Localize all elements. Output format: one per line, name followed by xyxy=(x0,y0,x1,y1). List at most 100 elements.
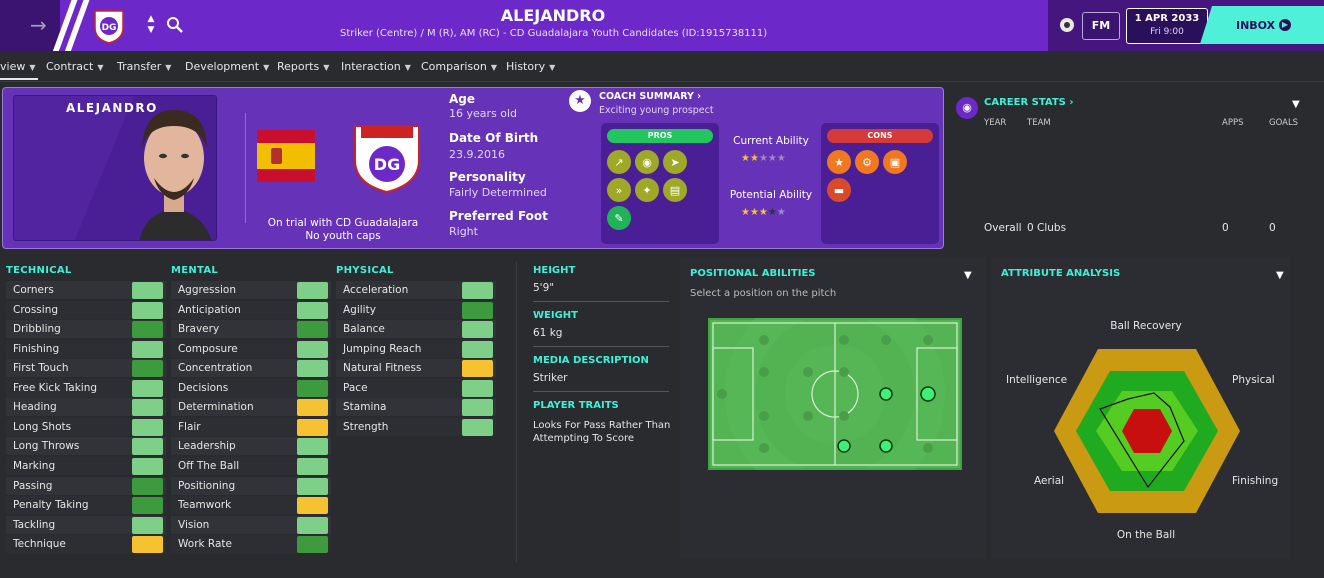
attribute-row[interactable]: Corners xyxy=(6,281,166,299)
attribute-row[interactable]: Pace xyxy=(336,378,496,397)
media-value: Striker xyxy=(533,372,568,384)
attribute-row[interactable]: Concentration xyxy=(171,359,331,378)
attribute-row[interactable]: Finishing xyxy=(6,339,166,358)
attribute-row[interactable]: First Touch xyxy=(6,359,166,378)
attribute-value-box xyxy=(297,418,328,436)
trait-boot-icon[interactable]: ➤ xyxy=(663,150,687,174)
overall-label: Overall xyxy=(984,222,1022,234)
attribute-row[interactable]: Leadership xyxy=(171,437,331,456)
attribute-row[interactable]: Composure xyxy=(171,339,331,358)
trait-tackle-con-icon[interactable]: ⚙ xyxy=(855,150,879,174)
attribute-row[interactable]: Acceleration xyxy=(336,281,496,299)
attribute-name: Free Kick Taking xyxy=(13,381,98,394)
attribute-name: Pace xyxy=(343,381,368,394)
trait-mental-icon[interactable]: ◉ xyxy=(635,150,659,174)
player-subtitle: Striker (Centre) / M (R), AM (RC) - CD G… xyxy=(340,28,768,39)
media-label: MEDIA DESCRIPTION xyxy=(533,355,649,366)
nav-comparison[interactable]: Comparison ▼ xyxy=(421,60,497,73)
attribute-row[interactable]: Positioning xyxy=(171,476,331,495)
attribute-row[interactable]: Natural Fitness xyxy=(336,359,496,378)
attribute-row[interactable]: Agility xyxy=(336,300,496,319)
nav-view[interactable]: view ▼ xyxy=(0,60,36,73)
attribute-name: Flair xyxy=(178,420,201,433)
attribute-name: Balance xyxy=(343,323,385,336)
attribute-row[interactable]: Aggression xyxy=(171,281,331,299)
back-arrow-icon[interactable]: → xyxy=(30,14,50,36)
attribute-row[interactable]: Stamina xyxy=(336,398,496,417)
youth-caps: No youth caps xyxy=(305,230,381,242)
attribute-row[interactable]: Strength xyxy=(336,417,496,436)
weight-label: WEIGHT xyxy=(533,310,578,321)
attribute-row[interactable]: Passing xyxy=(6,476,166,495)
nav-development[interactable]: Development ▼ xyxy=(185,60,269,73)
attribute-value-box xyxy=(132,301,163,319)
attribute-name: Bravery xyxy=(178,323,220,336)
attribute-row[interactable]: Heading xyxy=(6,398,166,417)
cons-pill: CONS xyxy=(827,129,933,143)
attribute-row[interactable]: Crossing xyxy=(6,300,166,319)
football-icon[interactable] xyxy=(1058,16,1076,34)
attribute-row[interactable]: Dribbling xyxy=(6,320,166,339)
trait-strength-con-icon[interactable]: ▬ xyxy=(827,178,851,202)
trait-dribble-icon[interactable]: ↗ xyxy=(607,150,631,174)
attribute-row[interactable]: Decisions xyxy=(171,378,331,397)
nav-contract[interactable]: Contract ▼ xyxy=(46,60,103,73)
coach-summary-link[interactable]: COACH SUMMARY › xyxy=(599,91,701,102)
mental-title: MENTAL xyxy=(171,265,219,276)
coach-summary-star-icon[interactable]: ★ xyxy=(569,90,591,112)
player-portrait: ALEJANDRO xyxy=(13,95,217,241)
search-icon[interactable] xyxy=(166,16,184,34)
trait-target-icon[interactable]: ✦ xyxy=(635,178,659,202)
potential-ability-stars: ★★★★★ xyxy=(741,207,786,218)
positional-collapse-icon[interactable]: ▼ xyxy=(964,270,972,281)
attribute-name: Corners xyxy=(13,284,54,296)
nav-history[interactable]: History ▼ xyxy=(506,60,555,73)
attribute-row[interactable]: Bravery xyxy=(171,320,331,339)
attribute-row[interactable]: Tackling xyxy=(6,515,166,534)
fm-menu-button[interactable]: FM xyxy=(1082,12,1120,40)
current-ability-label: Current Ability xyxy=(733,135,809,147)
attribute-row[interactable]: Vision xyxy=(171,515,331,534)
attribute-name: Agility xyxy=(343,303,376,316)
attribute-row[interactable]: Jumping Reach xyxy=(336,339,496,358)
height-label: HEIGHT xyxy=(533,265,576,276)
pitch[interactable] xyxy=(708,284,962,504)
attribute-value-box xyxy=(132,457,163,475)
attribute-row[interactable]: Long Throws xyxy=(6,437,166,456)
attribute-name: Stamina xyxy=(343,401,387,414)
attribute-value-box xyxy=(297,516,328,534)
attribute-row[interactable]: Technique xyxy=(6,535,166,554)
attribute-row[interactable]: Anticipation xyxy=(171,300,331,319)
career-collapse-icon[interactable]: ▼ xyxy=(1292,99,1300,110)
player-overview-card: ALEJANDRO DG On trial with CD Guadalajar… xyxy=(2,87,944,249)
career-stats-link[interactable]: CAREER STATS › xyxy=(984,97,1073,108)
attribute-row[interactable]: Off The Ball xyxy=(171,456,331,475)
attribute-name: Vision xyxy=(178,518,210,531)
attribute-row[interactable]: Free Kick Taking xyxy=(6,378,166,397)
nav-reports[interactable]: Reports ▼ xyxy=(277,60,329,73)
attribute-name: Crossing xyxy=(13,303,59,316)
attribute-value-box xyxy=(132,379,163,397)
attribute-value-box xyxy=(132,438,163,456)
attribute-row[interactable]: Work Rate xyxy=(171,535,331,554)
analysis-collapse-icon[interactable]: ▼ xyxy=(1276,270,1284,281)
trait-star-con-icon[interactable]: ★ xyxy=(827,150,851,174)
trait-pitch-con-icon[interactable]: ▣ xyxy=(883,150,907,174)
trait-finishing-icon[interactable]: ✎ xyxy=(607,206,631,230)
attribute-row[interactable]: Balance xyxy=(336,320,496,339)
player-switch-arrows-icon[interactable]: ▲ ▼ xyxy=(145,14,157,38)
attribute-row[interactable]: Flair xyxy=(171,417,331,436)
attribute-row[interactable]: Determination xyxy=(171,398,331,417)
trait-speed-icon[interactable]: » xyxy=(607,178,631,202)
attribute-row[interactable]: Long Shots xyxy=(6,417,166,436)
attribute-value-box xyxy=(297,457,328,475)
nav-transfer[interactable]: Transfer ▼ xyxy=(117,60,171,73)
trait-clipboard-icon[interactable]: ▤ xyxy=(663,178,687,202)
attribute-value-box xyxy=(462,321,493,339)
player-name-title: ALEJANDRO xyxy=(500,6,606,25)
traits-label: PLAYER TRAITS xyxy=(533,400,619,411)
attribute-row[interactable]: Marking xyxy=(6,456,166,475)
attribute-row[interactable]: Teamwork xyxy=(171,496,331,515)
nav-interaction[interactable]: Interaction ▼ xyxy=(341,60,411,73)
attribute-row[interactable]: Penalty Taking xyxy=(6,496,166,515)
